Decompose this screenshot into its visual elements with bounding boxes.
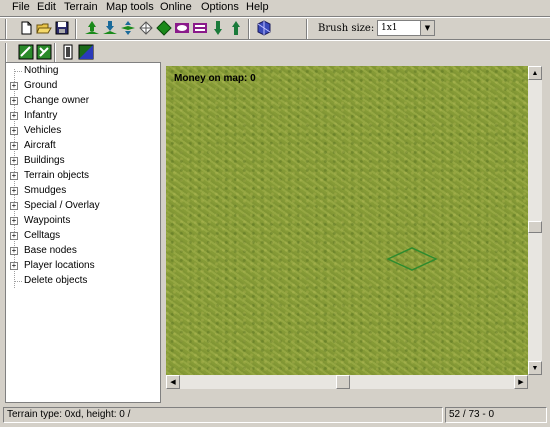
tree-item-label: Infantry xyxy=(24,110,58,121)
menu-help[interactable]: Help xyxy=(246,1,269,14)
raise-terrain-icon[interactable] xyxy=(84,20,100,36)
tree-item-smudges[interactable]: + Smudges xyxy=(6,184,156,199)
scrollbar-corner xyxy=(528,375,542,389)
scroll-down-arrow-icon[interactable]: ▼ xyxy=(528,361,542,375)
new-file-icon[interactable] xyxy=(18,20,34,36)
open-folder-icon[interactable] xyxy=(36,20,52,36)
cliff-up-icon[interactable] xyxy=(210,20,226,36)
tree-item-buildings[interactable]: + Buildings xyxy=(6,154,156,169)
tree-item-celltags[interactable]: + Celltags xyxy=(6,229,156,244)
tree-item-label: Base nodes xyxy=(24,245,77,256)
expand-plus-icon[interactable]: + xyxy=(10,82,18,90)
tree-item-infantry[interactable]: + Infantry xyxy=(6,109,156,124)
raise-tile-icon[interactable] xyxy=(138,20,154,36)
coordinates-status: 52 / 73 - 0 xyxy=(445,407,547,423)
menu-bar: File Edit Terrain Map tools Online Optio… xyxy=(0,0,550,16)
tree-connector xyxy=(15,281,22,282)
tree-item-label: Smudges xyxy=(24,185,67,196)
toolbar-separator xyxy=(54,43,56,63)
ramp-icon[interactable] xyxy=(174,20,190,36)
tree-item-label: Player locations xyxy=(24,260,95,271)
terrain-texture-alt-icon[interactable] xyxy=(36,44,52,60)
menu-online[interactable]: Online xyxy=(160,1,192,14)
tile-cursor-icon xyxy=(386,247,438,271)
toolbar-grip xyxy=(5,19,7,39)
tree-item-label: Delete objects xyxy=(24,275,88,286)
smooth-icon[interactable] xyxy=(192,20,208,36)
tree-item-base-nodes[interactable]: + Base nodes xyxy=(6,244,156,259)
tree-item-label: Vehicles xyxy=(24,125,62,136)
expand-plus-icon[interactable]: + xyxy=(10,262,18,270)
tree-item-label: Special / Overlay xyxy=(24,200,100,211)
lower-tile-icon[interactable] xyxy=(156,20,172,36)
terrain-texture-icon[interactable] xyxy=(18,44,34,60)
menu-file[interactable]: File xyxy=(12,1,30,14)
tree-item-waypoints[interactable]: + Waypoints xyxy=(6,214,156,229)
tree-item-label: Terrain objects xyxy=(24,170,90,181)
expand-plus-icon[interactable]: + xyxy=(10,157,18,165)
menu-options[interactable]: Options xyxy=(201,1,239,14)
scroll-left-arrow-icon[interactable]: ◀ xyxy=(166,375,180,389)
menu-map-tools[interactable]: Map tools xyxy=(106,1,154,14)
object-tree[interactable]: Nothing + Ground + Change owner + Infant… xyxy=(5,62,161,403)
tree-item-label: Aircraft xyxy=(24,140,56,151)
secondary-toolbar xyxy=(0,40,550,64)
map-viewport[interactable]: Money on map: 0 xyxy=(166,66,528,375)
brush-size-select[interactable]: 1x1 ▼ xyxy=(377,20,435,36)
tree-item-delete-objects[interactable]: Delete objects xyxy=(6,274,156,289)
expand-plus-icon[interactable]: + xyxy=(10,112,18,120)
toolbar-separator xyxy=(75,19,77,39)
chevron-down-icon[interactable]: ▼ xyxy=(420,21,434,35)
tree-item-label: Ground xyxy=(24,80,58,91)
cliff-down-icon[interactable] xyxy=(228,20,244,36)
expand-plus-icon[interactable]: + xyxy=(10,187,18,195)
toolbar-separator xyxy=(248,19,250,39)
expand-plus-icon[interactable]: + xyxy=(10,247,18,255)
tree-item-special-overlay[interactable]: + Special / Overlay xyxy=(6,199,156,214)
menu-terrain[interactable]: Terrain xyxy=(64,1,98,14)
map-vertical-scrollbar[interactable]: ▲ ▼ xyxy=(528,66,542,375)
expand-plus-icon[interactable]: + xyxy=(10,232,18,240)
terrain-status: Terrain type: 0xd, height: 0 / xyxy=(3,407,443,423)
tree-item-terrain-objects[interactable]: + Terrain objects xyxy=(6,169,156,184)
vertical-scroll-thumb[interactable] xyxy=(528,221,542,233)
main-toolbar: Brush size: 1x1 ▼ xyxy=(0,16,550,40)
expand-plus-icon[interactable]: + xyxy=(10,97,18,105)
save-icon[interactable] xyxy=(54,20,70,36)
tree-item-label: Change owner xyxy=(24,95,90,106)
tree-item-vehicles[interactable]: + Vehicles xyxy=(6,124,156,139)
flatten-terrain-icon[interactable] xyxy=(120,20,136,36)
expand-plus-icon[interactable]: + xyxy=(10,202,18,210)
tree-item-nothing[interactable]: Nothing xyxy=(6,64,156,79)
tree-item-label: Waypoints xyxy=(24,215,71,226)
map-horizontal-scrollbar[interactable]: ◀ ▶ xyxy=(166,375,528,389)
tree-item-change-owner[interactable]: + Change owner xyxy=(6,94,156,109)
horizontal-scroll-thumb[interactable] xyxy=(336,375,350,389)
lower-terrain-icon[interactable] xyxy=(102,20,118,36)
toolbar-grip xyxy=(306,19,308,39)
expand-plus-icon[interactable]: + xyxy=(10,172,18,180)
tree-item-label: Buildings xyxy=(24,155,65,166)
auto-terrain-icon[interactable] xyxy=(256,20,272,36)
brush-size-label: Brush size: xyxy=(318,23,375,34)
status-bar: Terrain type: 0xd, height: 0 / 52 / 73 -… xyxy=(0,405,550,427)
tree-item-ground[interactable]: + Ground xyxy=(6,79,156,94)
scroll-right-arrow-icon[interactable]: ▶ xyxy=(514,375,528,389)
expand-plus-icon[interactable]: + xyxy=(10,142,18,150)
scroll-up-arrow-icon[interactable]: ▲ xyxy=(528,66,542,80)
door-icon[interactable] xyxy=(60,44,76,60)
menu-edit[interactable]: Edit xyxy=(37,1,56,14)
brush-size-value: 1x1 xyxy=(381,23,398,33)
tree-item-label: Celltags xyxy=(24,230,61,241)
toolbar-grip xyxy=(5,43,7,63)
tree-item-label: Nothing xyxy=(24,65,59,76)
money-on-map-label: Money on map: 0 xyxy=(174,73,256,84)
expand-plus-icon[interactable]: + xyxy=(10,127,18,135)
tree-connector xyxy=(15,71,22,72)
map-overview-icon[interactable] xyxy=(78,44,94,60)
expand-plus-icon[interactable]: + xyxy=(10,217,18,225)
tree-item-aircraft[interactable]: + Aircraft xyxy=(6,139,156,154)
tree-item-player-locations[interactable]: + Player locations xyxy=(6,259,156,274)
